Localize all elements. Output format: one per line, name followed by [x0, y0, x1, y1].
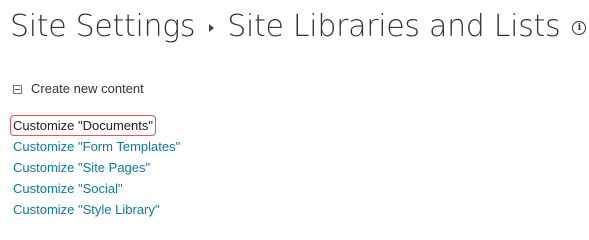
section-header-create-new-content[interactable]: Create new content	[13, 80, 144, 96]
list-item: Customize "Social"	[13, 178, 180, 199]
info-glyph: i	[577, 22, 581, 33]
list-item: Customize "Site Pages"	[13, 157, 180, 178]
breadcrumb-parent-link[interactable]: Site Settings	[10, 9, 196, 44]
customize-social-link[interactable]: Customize "Social"	[13, 181, 123, 196]
customize-style-library-link[interactable]: Customize "Style Library"	[13, 202, 160, 217]
section-title: Create new content	[31, 80, 144, 96]
collapse-icon[interactable]	[13, 84, 22, 94]
breadcrumb: Site Settings Site Libraries and Lists i	[10, 2, 587, 50]
info-icon[interactable]: i	[572, 21, 587, 35]
triangle-right-icon	[209, 24, 215, 32]
page-title: Site Libraries and Lists	[227, 8, 561, 44]
customize-links-list: Customize "Documents" Customize "Form Te…	[10, 115, 180, 220]
list-item: Customize "Style Library"	[13, 199, 180, 220]
list-item: Customize "Documents"	[10, 115, 180, 136]
customize-site-pages-link[interactable]: Customize "Site Pages"	[13, 160, 150, 175]
customize-form-templates-link[interactable]: Customize "Form Templates"	[13, 139, 180, 154]
customize-documents-link[interactable]: Customize "Documents"	[10, 115, 156, 136]
list-item: Customize "Form Templates"	[13, 136, 180, 157]
